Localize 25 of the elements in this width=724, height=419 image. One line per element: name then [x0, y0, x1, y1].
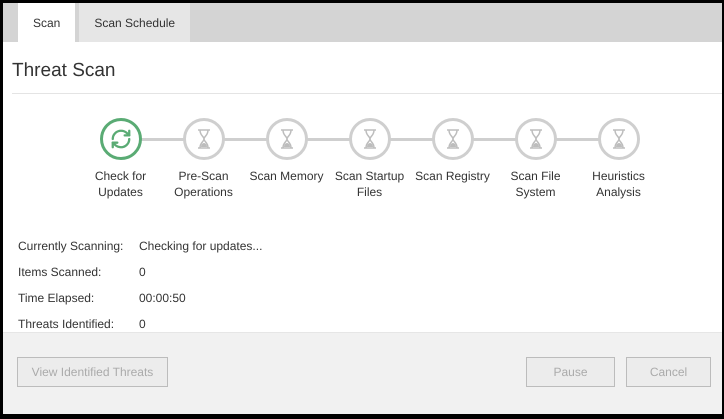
hourglass-icon	[528, 129, 542, 149]
refresh-icon	[110, 128, 132, 150]
step-label: Heuristics Analysis	[591, 168, 646, 200]
detail-value: 0	[139, 316, 147, 332]
detail-label: Items Scanned:	[18, 264, 102, 280]
detail-value: 00:00:50	[139, 290, 187, 306]
step-label: Check for Updates	[94, 168, 148, 200]
step-label: Scan Registry	[414, 168, 491, 184]
step-label: Pre-Scan Operations	[173, 168, 234, 200]
step-label: Scan Memory	[248, 168, 325, 184]
tab[interactable]: Scan	[18, 3, 76, 42]
hourglass-icon	[446, 129, 460, 149]
page-title: Threat Scan	[12, 60, 722, 94]
tab[interactable]: Scan Schedule	[79, 3, 190, 42]
detail-value: 0	[139, 264, 147, 280]
hourglass-icon	[612, 129, 626, 149]
step-label: Scan Startup Files	[334, 168, 406, 200]
detail-label: Threats Identified:	[18, 316, 116, 332]
step-label: Scan File System	[509, 168, 562, 200]
detail-label: Time Elapsed:	[18, 290, 96, 306]
detail-label: Currently Scanning:	[18, 238, 124, 254]
hourglass-icon	[362, 129, 376, 149]
hourglass-icon	[196, 129, 210, 149]
detail-value: Checking for updates...	[139, 238, 264, 254]
hourglass-icon	[280, 129, 294, 149]
